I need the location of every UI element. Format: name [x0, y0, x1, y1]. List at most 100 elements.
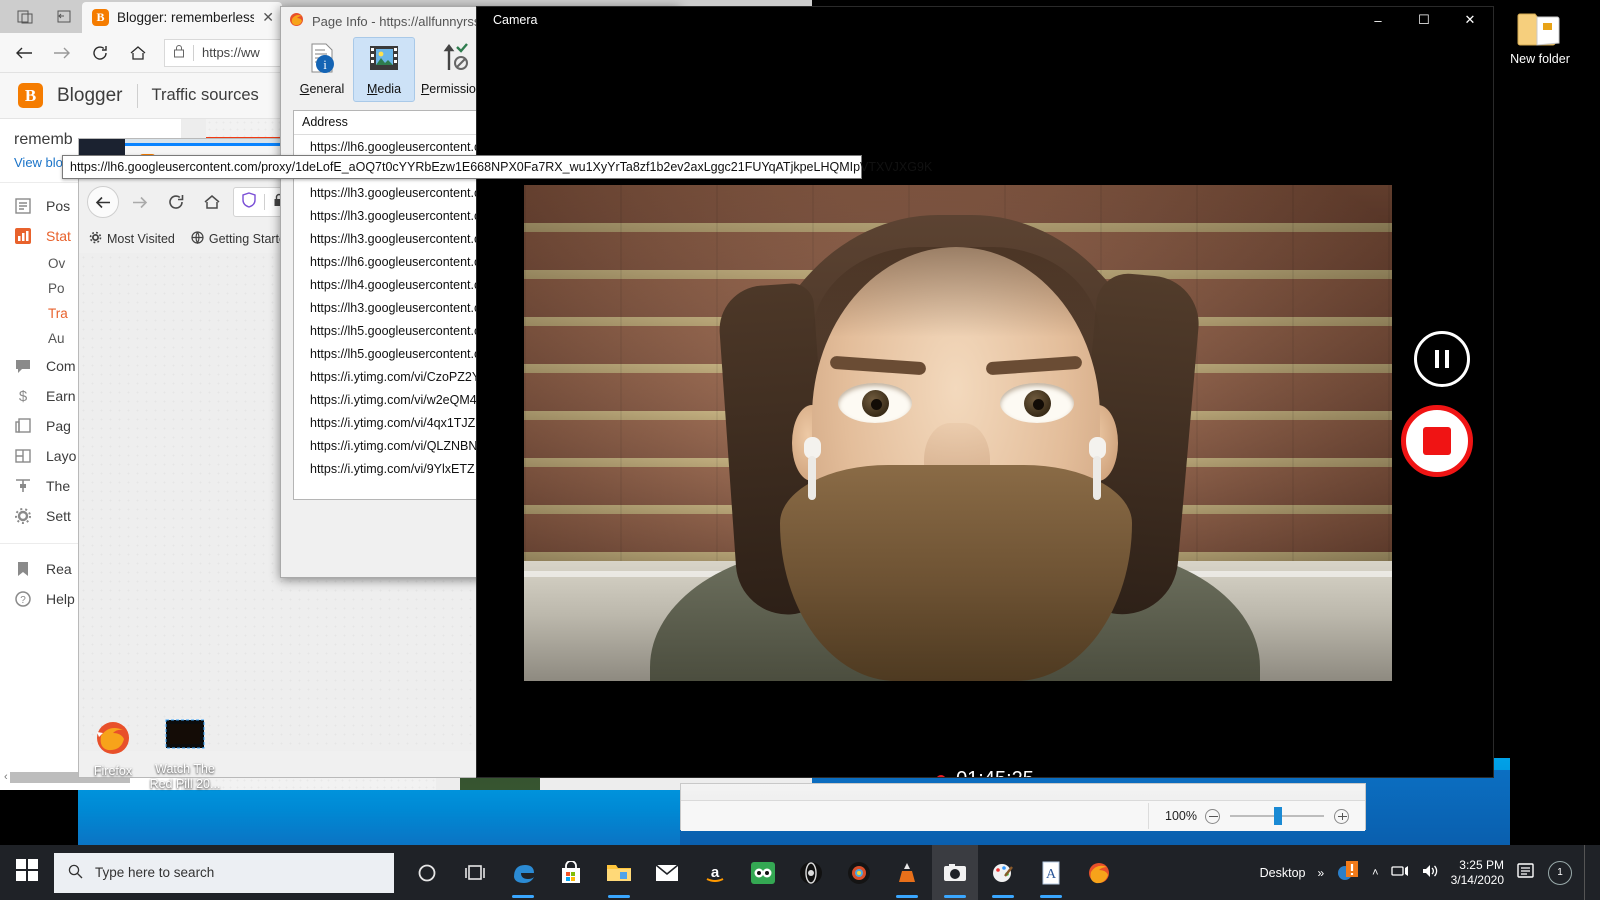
- posts-icon: [14, 197, 32, 215]
- beard: [780, 465, 1132, 681]
- taskbar-icons: a A: [404, 845, 1122, 900]
- antivirus-tray-icon[interactable]: [1336, 859, 1360, 886]
- edge-url-text: https://ww: [202, 45, 260, 60]
- bookmark-icon: [14, 560, 32, 578]
- edge-icon[interactable]: [500, 845, 546, 900]
- comments-icon: [14, 357, 32, 375]
- sidebar-item-label: The: [46, 478, 70, 494]
- sidebar-item-label: Pag: [46, 418, 71, 434]
- eyebrow-left: [830, 356, 927, 376]
- theme-icon: [14, 477, 32, 495]
- home-icon[interactable]: [120, 36, 156, 70]
- sidebar-item-label: Help: [46, 591, 75, 607]
- system-tray: Desktop » ˄ 3:25 PM 3/14/2020: [1260, 845, 1600, 900]
- close-button[interactable]: ✕: [1447, 7, 1493, 33]
- microsoft-store-icon[interactable]: [548, 845, 594, 900]
- blogger-logo-icon[interactable]: B: [18, 83, 43, 108]
- zoom-out-icon[interactable]: [1205, 809, 1220, 824]
- stats-icon: [14, 227, 32, 245]
- vlc-icon[interactable]: [884, 845, 930, 900]
- desktop-icon-new-folder[interactable]: New folder: [1492, 8, 1588, 67]
- back-icon[interactable]: [87, 186, 119, 218]
- desktop-icon-label: Watch The Red Pill 20...: [150, 762, 221, 791]
- tab-label: Media: [367, 82, 401, 96]
- clock[interactable]: 3:25 PM 3/14/2020: [1451, 858, 1504, 888]
- zoom-in-icon[interactable]: [1334, 809, 1349, 824]
- volume-icon[interactable]: [1421, 863, 1439, 882]
- sidebar-item-label: Stat: [46, 228, 71, 244]
- firefox-icon[interactable]: [1076, 845, 1122, 900]
- windows-taskbar: Type here to search: [0, 845, 1600, 900]
- word-icon[interactable]: A: [1028, 845, 1074, 900]
- refresh-icon[interactable]: [82, 36, 118, 70]
- eye-left: [838, 383, 912, 423]
- home-icon[interactable]: [197, 187, 227, 217]
- start-button[interactable]: [0, 845, 54, 900]
- edge-tab[interactable]: B Blogger: rememberlessf ✕: [82, 2, 282, 33]
- photo-viewer-icon[interactable]: [836, 845, 882, 900]
- notifications-button[interactable]: [1516, 862, 1536, 883]
- gear-icon: [89, 231, 102, 247]
- eye-right: [1000, 383, 1074, 423]
- recording-timer: 01:45:25: [477, 768, 1493, 778]
- camera-video-feed: [524, 185, 1392, 681]
- sidebar-item-label: Pos: [46, 198, 70, 214]
- zoom-slider[interactable]: [1230, 815, 1324, 817]
- lock-icon: [173, 44, 185, 61]
- search-input[interactable]: Type here to search: [54, 853, 394, 893]
- clock-date: 3/14/2020: [1451, 873, 1504, 887]
- reload-icon[interactable]: [161, 187, 191, 217]
- tor-browser-icon[interactable]: [788, 845, 834, 900]
- forward-icon[interactable]: [125, 187, 155, 217]
- cortana-icon[interactable]: [404, 845, 450, 900]
- svg-text:a: a: [711, 864, 720, 881]
- file-explorer-icon[interactable]: [596, 845, 642, 900]
- task-view-icon[interactable]: [452, 845, 498, 900]
- notification-count-badge[interactable]: 1: [1548, 861, 1572, 885]
- zoom-slider-thumb: [1274, 807, 1282, 825]
- desktop-icon-label: Firefox: [94, 764, 132, 778]
- tripadvisor-icon[interactable]: [740, 845, 786, 900]
- scroll-left-icon[interactable]: ‹: [4, 771, 8, 783]
- bookmark-label: Most Visited: [107, 232, 175, 246]
- desktop-peek-label[interactable]: Desktop: [1260, 866, 1306, 880]
- sidebar-item-label: Sett: [46, 508, 71, 524]
- minimize-button[interactable]: –: [1355, 7, 1401, 33]
- search-icon: [68, 864, 83, 882]
- paint-icon[interactable]: [980, 845, 1026, 900]
- forward-icon[interactable]: [44, 36, 80, 70]
- set-tabs-aside-icon[interactable]: [6, 0, 44, 33]
- blogger-page-title: Traffic sources: [152, 86, 259, 105]
- show-hidden-icons-icon[interactable]: ˄: [1372, 867, 1378, 879]
- svg-text:A: A: [1046, 867, 1057, 882]
- screen: New folder sublimina... folder Tor Brows…: [0, 0, 1600, 900]
- tab-label: General: [300, 82, 344, 96]
- network-icon[interactable]: [1391, 863, 1409, 882]
- close-icon[interactable]: ✕: [262, 9, 274, 26]
- bookmark-most-visited[interactable]: Most Visited: [89, 231, 175, 247]
- folder-icon: [1492, 8, 1588, 48]
- stop-button[interactable]: [1401, 405, 1473, 477]
- show-desktop-button[interactable]: [1584, 845, 1592, 900]
- amazon-icon[interactable]: a: [692, 845, 738, 900]
- recording-time: 01:45:25: [956, 768, 1034, 778]
- windows-logo-icon: [16, 859, 38, 886]
- desktop-icon-watch-the-red-pill[interactable]: Watch The Red Pill 20...: [142, 718, 228, 792]
- mail-icon[interactable]: [644, 845, 690, 900]
- maximize-button[interactable]: ☐: [1401, 7, 1447, 33]
- tab-general[interactable]: i General: [291, 37, 353, 102]
- bookmark-getting-started[interactable]: Getting Started: [191, 231, 293, 247]
- tab-media[interactable]: Media: [353, 37, 415, 102]
- desktop-icon-firefox[interactable]: Firefox: [78, 718, 148, 779]
- camera-window-title: Camera: [493, 13, 537, 27]
- divider: [193, 45, 194, 61]
- shield-icon[interactable]: [242, 192, 256, 213]
- pause-button[interactable]: [1414, 331, 1470, 387]
- camera-icon[interactable]: [932, 845, 978, 900]
- camera-title-bar: Camera – ☐ ✕: [477, 7, 1493, 33]
- recording-indicator-icon: [936, 775, 946, 779]
- url-tooltip: https://lh6.googleusercontent.com/proxy/…: [62, 155, 862, 179]
- tray-overflow-icon[interactable]: »: [1317, 866, 1324, 880]
- tabs-you-set-aside-icon[interactable]: [44, 0, 82, 33]
- back-icon[interactable]: [6, 36, 42, 70]
